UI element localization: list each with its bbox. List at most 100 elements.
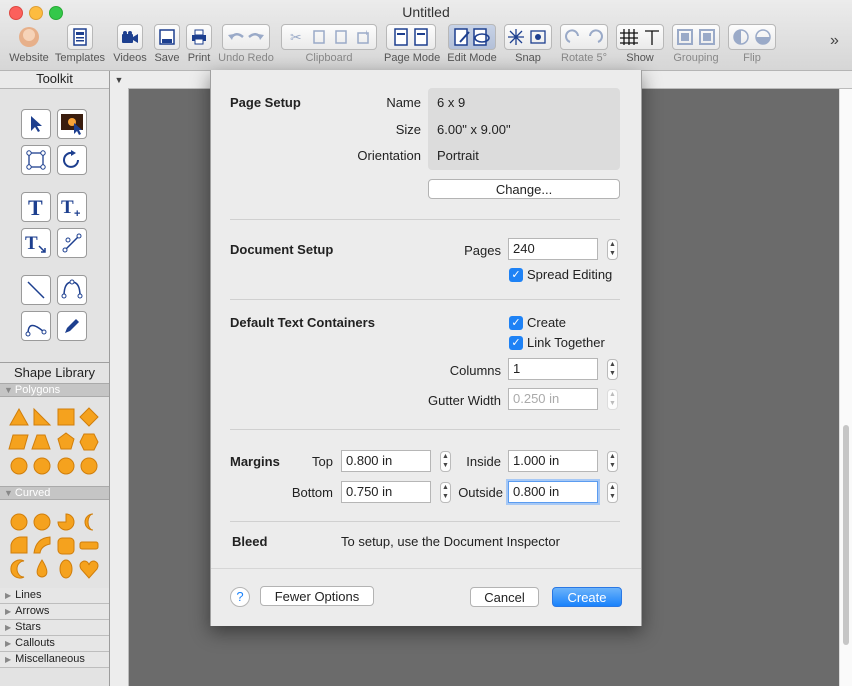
pages-stepper[interactable]: ▲ ▼ (607, 239, 618, 260)
select-arrow-tool[interactable] (21, 109, 51, 139)
donut-shape (33, 513, 51, 531)
toolbar-clipboard[interactable]: ✂ + Clipboard (281, 24, 377, 68)
help-button[interactable]: ? (230, 587, 250, 607)
decagon-shape (33, 457, 51, 475)
margin-top-input[interactable]: 0.800 in (341, 450, 431, 472)
margin-bottom-label: Bottom (291, 485, 333, 500)
text-t-icon: T (28, 196, 43, 218)
pages-input[interactable]: 240 (508, 238, 598, 260)
curved-section-header[interactable]: ▼ Curved (0, 486, 109, 500)
toolbar-website[interactable]: Website (8, 24, 50, 68)
toolbar-label-clipboard: Clipboard (305, 52, 353, 64)
columns-input[interactable]: 1 (508, 358, 598, 380)
callouts-section-label: Callouts (15, 637, 55, 649)
bounding-box-icon (26, 150, 46, 170)
page-setup-heading: Page Setup (230, 95, 301, 110)
toolbar-show[interactable]: Show (616, 24, 664, 68)
create-button[interactable]: Create (552, 587, 622, 607)
lines-section-label: Lines (15, 589, 42, 601)
save-icon (154, 24, 180, 50)
margin-inside-input[interactable]: 1.000 in (508, 450, 598, 472)
rotate-tool[interactable] (57, 145, 87, 175)
columns-stepper[interactable]: ▲ ▼ (607, 359, 618, 380)
margin-inside-stepper[interactable]: ▲ ▼ (607, 451, 618, 472)
bleed-info-text: To setup, use the Document Inspector (341, 534, 560, 549)
disclosure-closed-icon: ▶ (5, 623, 12, 632)
text-link-tool[interactable]: T (21, 228, 51, 258)
name-label: Name (386, 95, 421, 110)
toolkit-divider (0, 362, 109, 363)
flip-icon (728, 24, 776, 50)
pencil-icon (65, 319, 79, 333)
polygons-section-header[interactable]: ▼ Polygons (0, 383, 109, 397)
website-icon (16, 24, 42, 50)
toolbar-label-rotate: Rotate 5° (561, 52, 607, 64)
toolbar-flip[interactable]: Flip (728, 24, 776, 68)
spread-editing-checkbox[interactable]: ✓ (509, 268, 523, 282)
svg-text:T: T (61, 197, 74, 218)
toolbar-snap[interactable]: Snap (504, 24, 552, 68)
text-tool[interactable]: T (21, 192, 51, 222)
snap-icon (504, 24, 552, 50)
svg-text:T: T (28, 196, 43, 218)
gutter-width-stepper[interactable]: ▲ ▼ (607, 389, 618, 410)
size-label: Size (395, 122, 421, 137)
orientation-value: Portrait (437, 148, 479, 163)
toolbar-overflow-button[interactable]: » (830, 32, 839, 50)
arrows-section[interactable]: ▶ Arrows (0, 604, 109, 620)
page-mode-icon (386, 24, 436, 50)
toolbar-rotate[interactable]: Rotate 5° (558, 24, 610, 68)
curve-tool[interactable] (21, 311, 51, 341)
disclosure-open-icon: ▼ (4, 385, 13, 395)
line-tool[interactable] (21, 275, 51, 305)
margin-outside-stepper[interactable]: ▲ ▼ (607, 482, 618, 503)
video-camera-icon (117, 24, 143, 50)
toolbar-print[interactable]: Print (184, 24, 214, 68)
ruler-unit-menu[interactable]: ▼ (110, 71, 129, 90)
toolbar-edit-mode[interactable]: Edit Mode (446, 24, 498, 68)
bleed-heading: Bleed (232, 534, 268, 549)
cancel-button[interactable]: Cancel (470, 587, 539, 607)
lines-section[interactable]: ▶ Lines (0, 588, 109, 604)
drop-shape (36, 559, 48, 578)
vertical-scroll-thumb[interactable] (843, 425, 849, 645)
section-divider (230, 521, 620, 522)
margin-top-label: Top (312, 454, 333, 469)
toolbar-undo-redo[interactable]: Undo Redo (218, 24, 274, 68)
toolbar-videos[interactable]: Videos (112, 24, 148, 68)
orientation-label: Orientation (357, 148, 421, 163)
margin-bottom-input[interactable]: 0.750 in (341, 481, 431, 503)
link-together-checkbox[interactable]: ✓ (509, 336, 523, 350)
toolbar-label-page-mode: Page Mode (384, 52, 441, 64)
margin-outside-input[interactable]: 0.800 in (508, 481, 598, 503)
dialog-footer: ? Fewer Options Cancel Create (211, 569, 641, 626)
circle-shape (80, 457, 98, 475)
link-together-label: Link Together (527, 335, 605, 350)
add-text-tool[interactable]: T + (57, 192, 87, 222)
toolbar-page-mode[interactable]: Page Mode (384, 24, 440, 68)
toolbar-templates[interactable]: Templates (54, 24, 106, 68)
octagon-shape (10, 457, 28, 475)
bezier-tool[interactable] (57, 275, 87, 305)
change-page-button[interactable]: Change... (428, 179, 620, 199)
right-triangle-shape (33, 407, 52, 426)
miscellaneous-section[interactable]: ▶ Miscellaneous (0, 652, 109, 668)
toolbar-save[interactable]: Save (152, 24, 182, 68)
stars-section[interactable]: ▶ Stars (0, 620, 109, 636)
polygon-shapes-grid (8, 407, 104, 477)
transform-tool[interactable] (21, 145, 51, 175)
fewer-options-button[interactable]: Fewer Options (260, 586, 374, 606)
connector-tool[interactable] (57, 228, 87, 258)
text-arrow-icon: T (25, 233, 46, 254)
miscellaneous-section-label: Miscellaneous (15, 653, 85, 665)
image-select-tool[interactable] (57, 109, 87, 139)
name-value: 6 x 9 (437, 95, 466, 110)
toolbar-label-print: Print (187, 52, 211, 64)
heart-shape (79, 560, 99, 579)
toolbar-grouping[interactable]: Grouping (670, 24, 722, 68)
pencil-tool[interactable] (57, 311, 87, 341)
callouts-section[interactable]: ▶ Callouts (0, 636, 109, 652)
gutter-width-input[interactable]: 0.250 in (508, 388, 598, 410)
create-containers-checkbox[interactable]: ✓ (509, 316, 523, 330)
dodecagon-shape (57, 457, 75, 475)
